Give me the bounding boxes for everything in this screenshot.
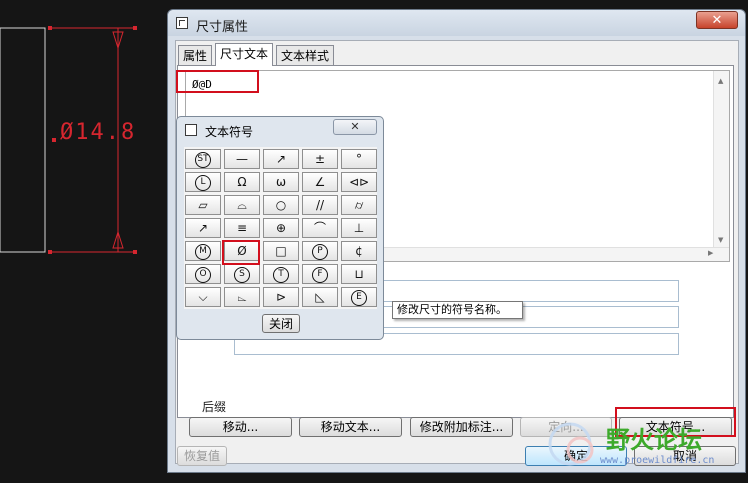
symbol-glyph: T: [273, 266, 289, 283]
cad-drawing: [0, 26, 137, 254]
symbol-depth-button[interactable]: ⌳: [224, 287, 260, 307]
palette-close-icon[interactable]: ✕: [333, 119, 377, 135]
symbol-angularity-button[interactable]: ∠: [302, 172, 338, 192]
symbol-glyph: ω: [275, 175, 287, 189]
symbol-glyph: ◺: [315, 290, 325, 304]
symbol-countersink-button[interactable]: ⌵: [185, 287, 221, 307]
symbol-tangent-plane-button[interactable]: T: [263, 264, 299, 284]
close-icon[interactable]: ✕: [696, 11, 738, 29]
symbol-total-runout-button[interactable]: ↗: [263, 149, 299, 169]
move-button[interactable]: 移动...: [189, 417, 292, 437]
symbol-glyph: ⌵: [198, 290, 208, 304]
symbol-counterbore-button[interactable]: ⊔: [341, 264, 377, 284]
symbol-glyph: F: [312, 266, 328, 283]
palette-title: 文本符号: [205, 125, 254, 139]
symbol-glyph: ⊕: [275, 221, 287, 235]
symbol-glyph: L: [195, 174, 211, 191]
symbol-glyph: ¢: [355, 244, 363, 258]
symbol-glyph: ⊥: [353, 221, 365, 235]
symbol-glyph: ↗: [197, 221, 209, 235]
symbol-glyph: ST: [195, 151, 211, 168]
suffix-label: 后缀: [202, 400, 227, 414]
tab-text-style[interactable]: 文本样式: [276, 45, 335, 65]
symbol-statistical-tolerance-button[interactable]: ST: [185, 149, 221, 169]
symbol-glyph: ⌳: [237, 290, 247, 304]
restore-values-button[interactable]: 恢复值: [177, 446, 227, 466]
symbol-square-button[interactable]: □: [263, 241, 299, 261]
symbol-glyph: ⌭: [354, 198, 364, 212]
symbol-glyph: ≡: [236, 221, 248, 235]
dimension-text: Ø14.8: [60, 120, 137, 145]
symbol-glyph: ±: [314, 152, 326, 166]
symbol-glyph: ↗: [275, 152, 287, 166]
symbol-circularity-button[interactable]: ○: [263, 195, 299, 215]
diameter-symbol-highlight: [222, 240, 260, 265]
symbol-ohm-button[interactable]: Ω: [224, 172, 260, 192]
symbol-symmetric-arrows-button[interactable]: ⊲⊳: [341, 172, 377, 192]
symbol-grid: ST — ↗ ± ° L Ωω ∠ ⊲⊳ ▱ ⌓ ○//⌭ ↗ ≡ ⊕ ⌒ ⊥ M Ø □ P ¢ O S T F ⊔ ⌵ ⌳ ⊳ ◺ E: [184, 147, 377, 309]
symbol-glyph: E: [351, 289, 367, 306]
symbol-glyph: ○: [275, 198, 287, 212]
symbol-glyph: —: [236, 152, 248, 166]
text-symbol-palette: 文本符号 ✕ ST — ↗ ± ° L Ωω ∠ ⊲⊳ ▱ ⌓ ○//⌭ ↗ ≡ ⊕ ⌒ ⊥ M Ø □ P ¢ O S T F ⊔…: [176, 116, 384, 340]
tab-dimension-text[interactable]: 尺寸文本: [215, 43, 274, 66]
symbol-position-button[interactable]: ⊕: [263, 218, 299, 238]
symbol-glyph: ∠: [314, 175, 326, 189]
watermark-url: www.proewildfire.cn: [600, 455, 715, 466]
watermark-text: 野火论坛: [606, 426, 702, 454]
symbol-perpendicularity-button[interactable]: ⊥: [341, 218, 377, 238]
symbol-conical-taper-button[interactable]: ⊳: [263, 287, 299, 307]
symbol-free-state-button[interactable]: F: [302, 264, 338, 284]
dialog-titlebar[interactable]: 尺寸属性 ✕: [168, 10, 745, 36]
symbol-profile-surface-button[interactable]: ⌓: [224, 195, 260, 215]
symbol-glyph: S: [234, 266, 250, 283]
symbol-runout-button[interactable]: ↗: [185, 218, 221, 238]
symbol-symmetry-button[interactable]: ≡: [224, 218, 260, 238]
symbol-degree-button[interactable]: °: [341, 149, 377, 169]
symbol-glyph: ▱: [198, 198, 208, 212]
symbol-glyph: P: [312, 243, 328, 260]
symbol-spherical-button[interactable]: S: [224, 264, 260, 284]
symbol-glyph: O: [195, 266, 211, 283]
symbol-envelope-button[interactable]: E: [341, 287, 377, 307]
modify-attached-annotation-button[interactable]: 修改附加标注...: [410, 417, 513, 437]
dialog-title: 尺寸属性: [196, 20, 249, 35]
vertical-scrollbar[interactable]: ▲ ▼: [713, 71, 729, 249]
symbol-least-material-button[interactable]: L: [185, 172, 221, 192]
symbol-flatness-button[interactable]: ▱: [185, 195, 221, 215]
symbol-centerline-button[interactable]: ¢: [341, 241, 377, 261]
symbol-maximum-material-button[interactable]: M: [185, 241, 221, 261]
symbol-slope-button[interactable]: ◺: [302, 287, 338, 307]
symbol-glyph: Ω: [237, 175, 247, 189]
symbol-glyph: ⌒: [313, 221, 326, 235]
symbol-parallelism-button[interactable]: //: [302, 195, 338, 215]
palette-window-icon: [185, 124, 197, 136]
symbol-plus-minus-button[interactable]: ±: [302, 149, 338, 169]
symbol-straightness-button[interactable]: —: [224, 149, 260, 169]
text-value-highlight: [176, 70, 259, 93]
tab-properties[interactable]: 属性: [178, 45, 213, 65]
symbol-glyph: M: [195, 243, 211, 260]
palette-close-button[interactable]: 关闭: [262, 314, 300, 333]
symbol-glyph: ⊳: [275, 290, 287, 304]
move-text-button[interactable]: 移动文本...: [299, 417, 402, 437]
symbol-circle-o-button[interactable]: O: [185, 264, 221, 284]
symbol-glyph: ⌓: [237, 198, 247, 212]
symbol-glyph: //: [315, 198, 325, 212]
dialog-window-icon: [176, 17, 188, 29]
symbol-profile-line-button[interactable]: ⌒: [302, 218, 338, 238]
symbol-glyph: °: [356, 152, 362, 166]
symbol-glyph: ⊔: [354, 267, 364, 281]
symbol-projected-tolerance-button[interactable]: P: [302, 241, 338, 261]
symbol-glyph: □: [275, 244, 287, 258]
symbol-cylindricity-button[interactable]: ⌭: [341, 195, 377, 215]
tooltip: 修改尺寸的符号名称。: [392, 301, 523, 319]
symbol-glyph: ⊲⊳: [348, 175, 370, 189]
symbol-omega-button[interactable]: ω: [263, 172, 299, 192]
cad-canvas[interactable]: Ø14.8: [0, 0, 168, 483]
